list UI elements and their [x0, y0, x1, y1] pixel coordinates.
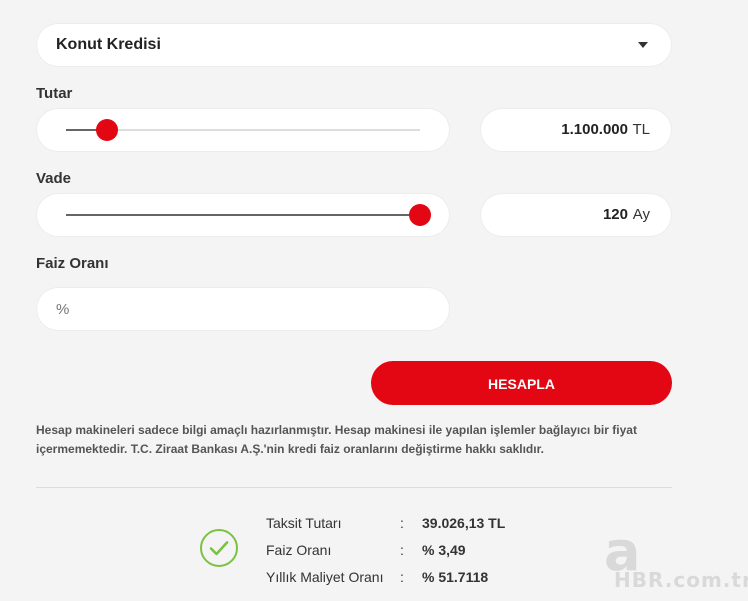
- result-annual-cost-label: Yıllık Maliyet Oranı: [266, 569, 384, 585]
- amount-slider[interactable]: [36, 108, 450, 152]
- amount-label: Tutar: [36, 85, 73, 102]
- amount-unit: TL: [632, 121, 650, 138]
- term-value: 120: [602, 206, 628, 223]
- watermark-text: HBR.com.tr: [614, 568, 748, 592]
- result-rate-value: % 3,49: [422, 542, 466, 558]
- term-slider-thumb[interactable]: [409, 204, 431, 226]
- chevron-down-icon: [638, 42, 648, 48]
- result-annual-cost-value: % 51.7118: [422, 569, 489, 585]
- result-rate-label: Faiz Oranı: [266, 542, 332, 558]
- disclaimer-text: Hesap makineleri sadece bilgi amaçlı haz…: [36, 423, 637, 456]
- rate-field[interactable]: [36, 287, 450, 331]
- check-icon: [200, 529, 238, 567]
- rate-input[interactable]: [56, 287, 426, 331]
- result-installment-value: 39.026,13 TL: [422, 515, 506, 531]
- calculate-button[interactable]: HESAPLA: [371, 361, 672, 405]
- term-slider[interactable]: [36, 193, 450, 237]
- loan-type-selected: Konut Kredisi: [56, 36, 161, 53]
- term-slider-track[interactable]: [66, 204, 431, 226]
- result-separator: :: [400, 569, 404, 585]
- watermark-logo: a HBR.com.tr: [600, 522, 748, 593]
- result-installment-label: Taksit Tutarı: [266, 515, 342, 531]
- amount-value: 1.100.000: [561, 121, 628, 138]
- amount-value-field[interactable]: 1.100.000 TL: [480, 108, 672, 152]
- divider: [36, 487, 672, 488]
- rate-label: Faiz Oranı: [36, 255, 109, 272]
- result-separator: :: [400, 515, 404, 531]
- loan-type-select[interactable]: Konut Kredisi: [36, 23, 672, 67]
- term-value-field[interactable]: 120 Ay: [480, 193, 672, 237]
- amount-slider-track[interactable]: [66, 119, 420, 141]
- term-slider-fill: [66, 214, 420, 216]
- result-separator: :: [400, 542, 404, 558]
- term-unit: Ay: [632, 206, 650, 223]
- amount-slider-thumb[interactable]: [96, 119, 119, 141]
- term-label: Vade: [36, 170, 72, 187]
